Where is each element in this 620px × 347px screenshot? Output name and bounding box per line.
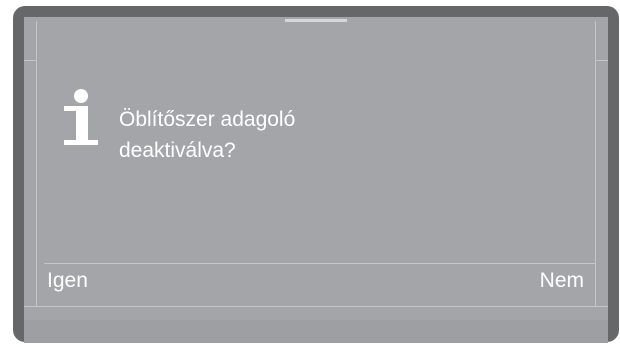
- yes-softkey[interactable]: Igen: [47, 268, 88, 294]
- left-guide-line: [36, 21, 37, 307]
- right-guide-line: [595, 21, 596, 307]
- display-screen: [24, 17, 608, 343]
- dialog-message: Öblítőszer adagoló deaktiválva?: [119, 108, 296, 162]
- info-icon: [64, 89, 98, 145]
- softkey-separator-top: [44, 263, 596, 264]
- softkey-separator-bottom: [24, 306, 608, 307]
- display-bottom-strip: [24, 320, 608, 343]
- no-softkey[interactable]: Nem: [540, 268, 584, 294]
- left-tick-mark: [24, 60, 36, 61]
- right-tick-mark: [596, 60, 608, 61]
- top-indicator-tab: [285, 19, 347, 22]
